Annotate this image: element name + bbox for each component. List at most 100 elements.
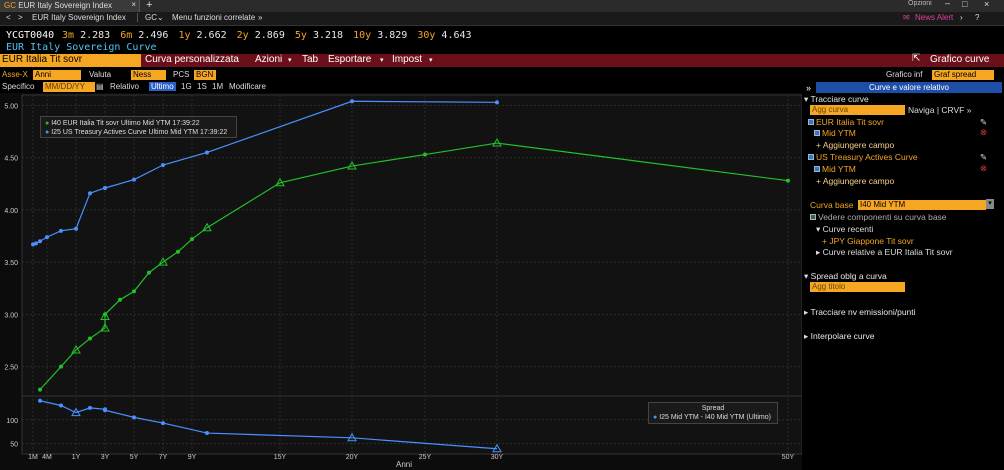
related-menu-button[interactable]: Menu funzioni correlate	[172, 13, 255, 22]
window-tab[interactable]: GC EUR Italy Sovereign Index ×	[0, 0, 140, 12]
base-curve-select[interactable]: I40 Mid YTM	[858, 200, 986, 210]
checkbox-checked-icon[interactable]	[814, 130, 820, 136]
ticker-value: 4.643	[441, 30, 472, 41]
edit-pencil-icon[interactable]: ✎	[980, 152, 987, 163]
export-menu[interactable]: Esportare	[328, 54, 371, 65]
close-window-icon[interactable]: ×	[984, 0, 989, 9]
mail-icon[interactable]: ✉	[903, 13, 910, 22]
base-components-toggle[interactable]: Vedere componenti su curva base	[810, 212, 947, 222]
spread-legend-title: Spread	[701, 405, 725, 412]
add-field-button[interactable]: + Aggiungere campo	[816, 140, 894, 150]
forward-button[interactable]: >	[18, 13, 23, 22]
close-icon[interactable]: ×	[131, 0, 136, 9]
modify-button[interactable]: Modificare	[229, 82, 266, 91]
currency-label: Valuta	[89, 70, 112, 79]
triangle-right-icon: ▸	[804, 331, 809, 341]
ticker-tenor: 1y	[178, 30, 191, 41]
y-tick-label: 4.50	[4, 156, 18, 163]
news-alert-button[interactable]: News Alert	[915, 13, 953, 22]
checkbox-checked-icon[interactable]	[814, 166, 820, 172]
curves-panel: » Curve e valore relativo ▾ Tracciare cu…	[802, 82, 1004, 470]
spread-point	[38, 398, 42, 403]
x-axis-label: Anni	[396, 460, 412, 469]
tab-menu[interactable]: Tab	[302, 54, 318, 65]
tab-code: GC	[4, 1, 16, 10]
italy-curve-point	[59, 364, 63, 369]
add-curve-input[interactable]: Agg curva	[810, 105, 905, 115]
chevron-down-icon[interactable]: ▾	[986, 199, 994, 209]
naviga-link[interactable]: Naviga | CRVF »	[908, 105, 971, 115]
trace-curves-section[interactable]: ▾ Tracciare curve	[804, 94, 869, 105]
ticker-tenor: 30y	[417, 30, 436, 41]
x-tick-label: 25Y	[419, 454, 432, 461]
alert-arrow-icon[interactable]: ›	[960, 13, 963, 22]
curve-subtitle: EUR Italy Sovereign Curve	[6, 42, 157, 53]
calendar-icon[interactable]: ▤	[96, 82, 104, 91]
main-legend[interactable]: ● I40 EUR Italia Tit sovr Ultimo Mid YTM…	[40, 116, 237, 138]
ticker-value: 3.218	[312, 30, 344, 41]
range-1m[interactable]: 1M	[212, 82, 223, 91]
checkbox-unchecked-icon[interactable]	[810, 214, 816, 220]
help-icon[interactable]: ?	[975, 13, 979, 22]
range-1d[interactable]: 1G	[181, 82, 192, 91]
curve-select-field[interactable]: EUR Italia Tit sovr	[0, 54, 141, 67]
yield-curve-chart[interactable]: 5.00 4.50 4.00 3.50 3.00 2.50 100 50 1M 4M 1Y 3Y 5Y…	[0, 93, 802, 470]
pcs-field[interactable]: BGN	[194, 70, 216, 80]
custom-curve-button[interactable]: Curva personalizzata	[145, 54, 239, 65]
specific-label: Specifico	[2, 82, 35, 91]
lower-chart-select[interactable]: Graf spread	[932, 70, 994, 80]
italy-curve-point	[38, 387, 42, 392]
add-title-input[interactable]: Agg titolo	[810, 282, 905, 292]
pcs-label: PCS	[173, 70, 190, 79]
spread-section[interactable]: ▾ Spread oblg a curva	[804, 271, 887, 282]
chevron-down-icon[interactable]: ⌄	[157, 13, 164, 22]
options-button[interactable]: Opzioni	[908, 0, 932, 7]
related-curves-toggle[interactable]: ▸ Curve relative a EUR Italia Tit sovr	[816, 247, 953, 258]
recent-curves-toggle[interactable]: ▾ Curve recenti	[816, 224, 873, 235]
checkbox-checked-icon[interactable]	[808, 154, 814, 160]
trace-new-section[interactable]: ▸ Tracciare nv emissioni/punti	[804, 307, 916, 318]
range-1w[interactable]: 1S	[197, 82, 207, 91]
spread-point	[161, 421, 165, 426]
related-menu-chevron-icon[interactable]: »	[258, 13, 262, 22]
spread-legend[interactable]: Spread ● I25 Mid YTM - I40 Mid YTM (Ulti…	[648, 402, 778, 424]
controls-row-1: Asse-X Anni Valuta Ness PCS BGN Grafico …	[0, 70, 1004, 81]
checkbox-checked-icon[interactable]	[808, 119, 814, 125]
x-axis-select[interactable]: Anni	[33, 70, 81, 80]
settings-menu[interactable]: Impost	[392, 54, 422, 65]
remove-circle-icon[interactable]: ⊗	[980, 163, 987, 174]
back-button[interactable]: <	[6, 13, 11, 22]
new-tab-button[interactable]: +	[146, 0, 152, 11]
yield-ticker: YCGT0040 3m 2.283 6m 2.496 1y 2.662 2y 2…	[0, 27, 1004, 43]
y-tick-label: 2.50	[4, 365, 18, 372]
remove-circle-icon[interactable]: ⊗	[980, 127, 987, 138]
currency-select[interactable]: Ness	[131, 70, 166, 80]
security-field[interactable]: EUR Italy Sovereign Index	[32, 13, 138, 22]
x-tick-label: 3Y	[101, 454, 110, 461]
x-tick-label: 1M	[28, 454, 38, 461]
recent-curve-item[interactable]: + JPY Giappone Tit sovr	[822, 236, 914, 246]
italy-curve-point	[423, 152, 427, 157]
us-curve-point	[59, 228, 63, 233]
x-axis-label: Asse-X	[2, 70, 28, 79]
relative-label[interactable]: Relativo	[110, 82, 139, 91]
minimize-icon[interactable]: –	[945, 0, 950, 8]
interpolate-section[interactable]: ▸ Interpolare curve	[804, 331, 874, 342]
chart-curves-button[interactable]: Grafico curve	[930, 54, 989, 65]
external-link-icon[interactable]: ⇱	[912, 53, 920, 64]
actions-menu[interactable]: Azioni	[255, 54, 282, 65]
curve-item-us[interactable]: US Treasury Actives Curve	[808, 152, 918, 162]
function-field[interactable]: GC	[145, 13, 157, 22]
range-last[interactable]: Ultimo	[149, 82, 176, 91]
y-tick-label: 4.00	[4, 208, 18, 215]
panel-collapse-button[interactable]: »	[806, 83, 811, 93]
us-curve-point	[74, 226, 78, 231]
date-input[interactable]: MM/DD/YY	[43, 82, 95, 92]
recent-curves-label: Curve recenti	[822, 224, 874, 234]
maximize-icon[interactable]: □	[962, 0, 967, 9]
curve-field-us[interactable]: Mid YTM	[814, 164, 856, 174]
curve-field-italy[interactable]: Mid YTM	[814, 128, 856, 138]
curve-item-italy[interactable]: EUR Italia Tit sovr	[808, 117, 884, 127]
add-field-button-2[interactable]: + Aggiungere campo	[816, 176, 894, 186]
interpolate-title: Interpolare curve	[810, 331, 875, 341]
